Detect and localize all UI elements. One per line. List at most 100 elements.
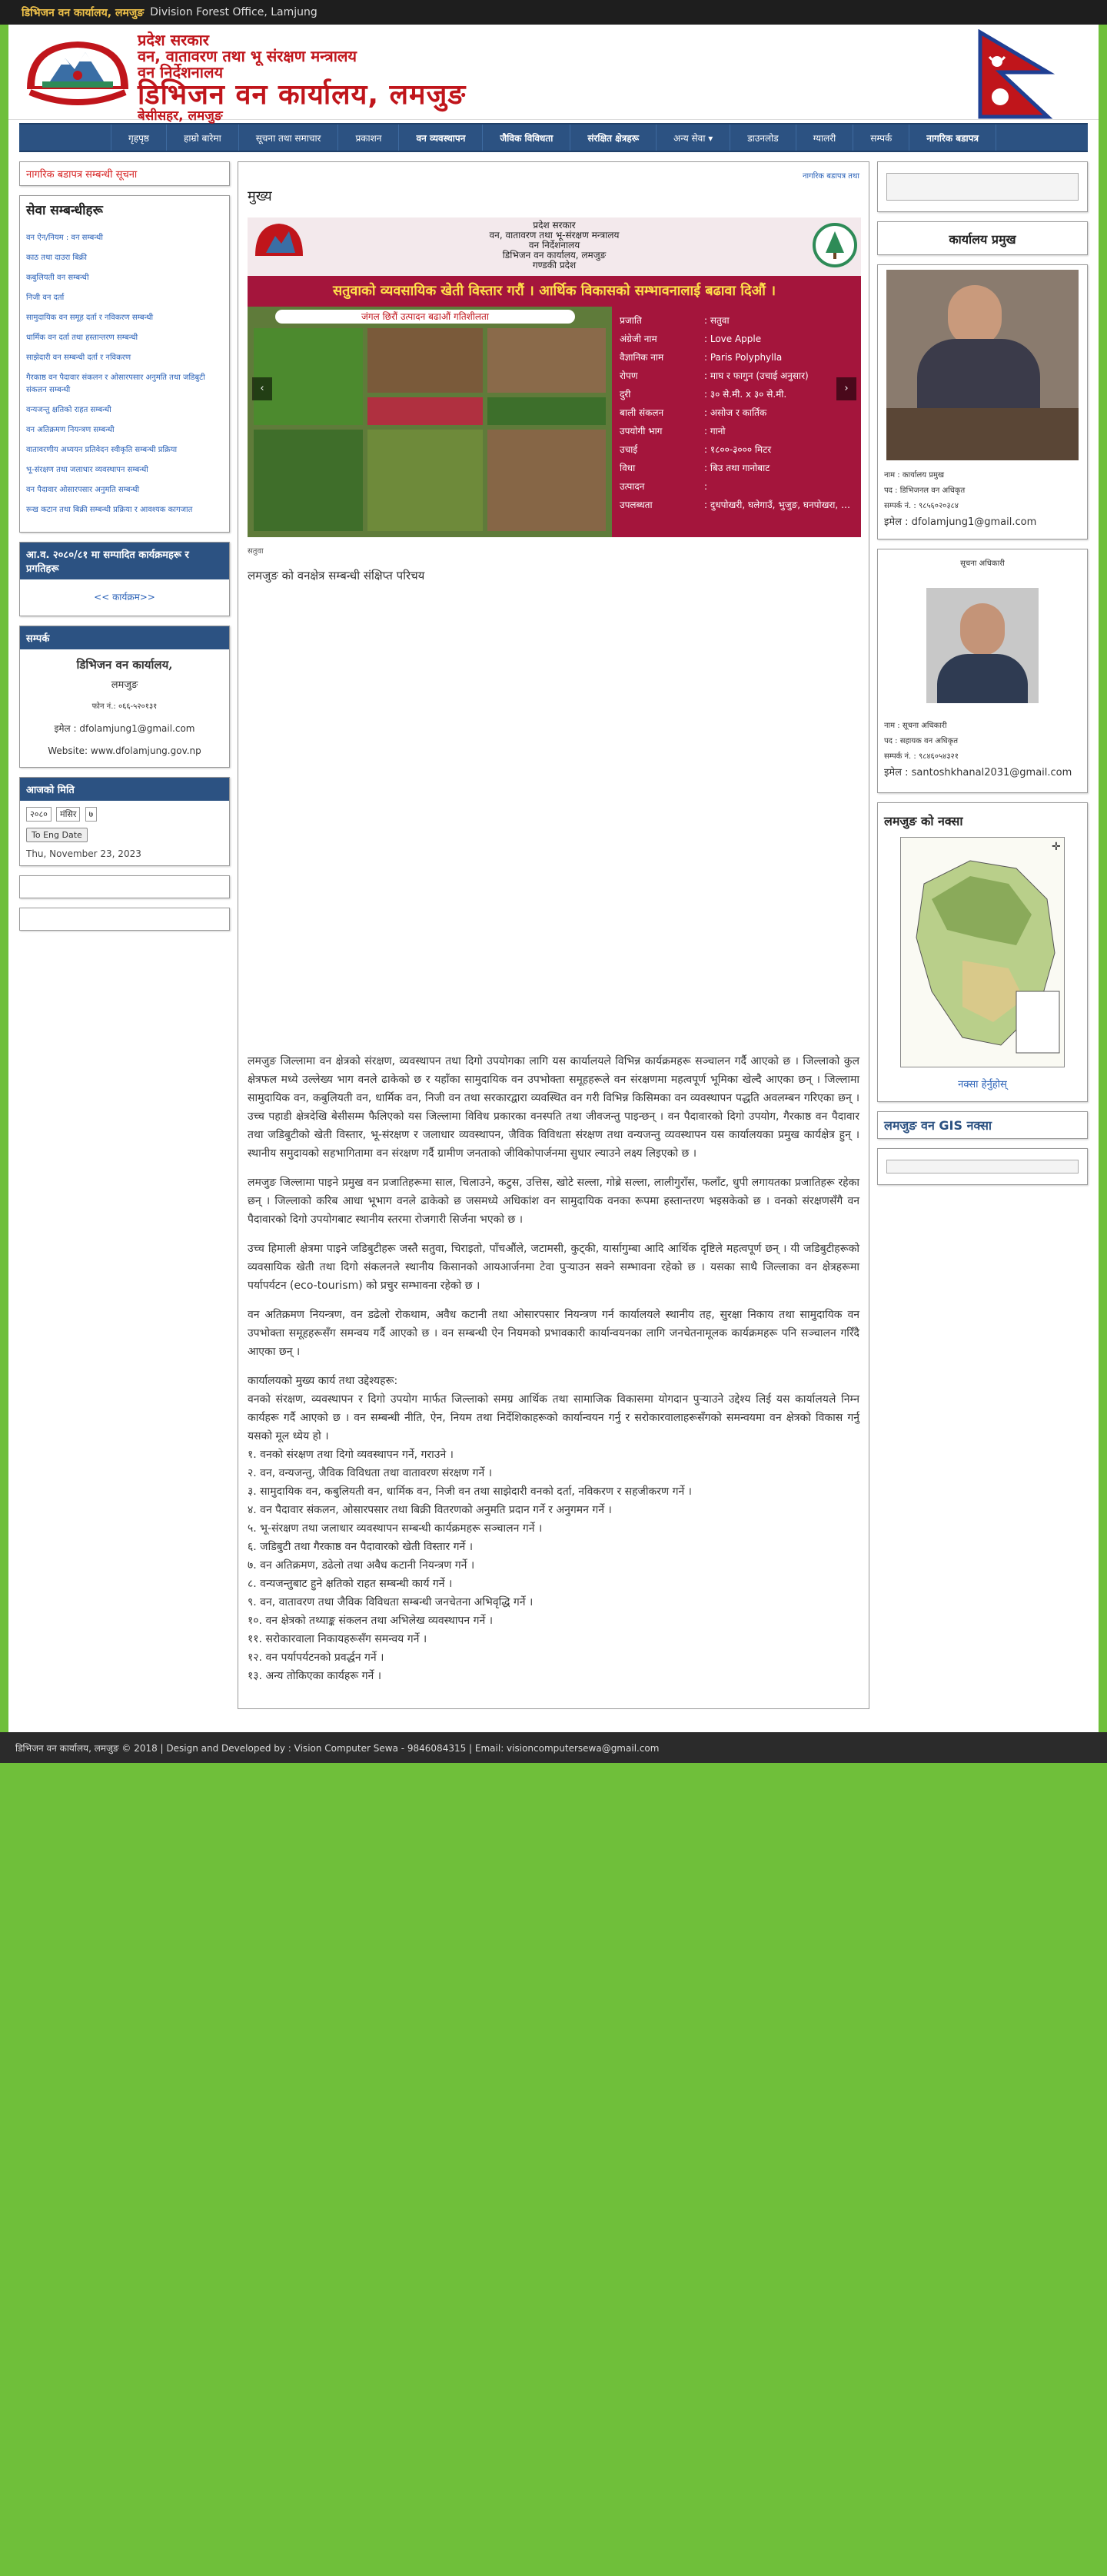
services-list: वन ऐन/नियम : वन सम्बन्धी काठ तथा दाउरा ब… xyxy=(20,221,229,532)
topbar-office-np: डिभिजन वन कार्यालय, लमजुङ xyxy=(22,6,145,19)
office-head-title-box: कार्यालय प्रमुख xyxy=(877,221,1088,255)
info-officer-photo xyxy=(926,588,1039,703)
service-link[interactable]: वन अतिक्रमण नियन्त्रण सम्बन्धी xyxy=(26,424,223,437)
year-select[interactable]: २०८० xyxy=(26,807,52,822)
banner-detail-value: : दुधपोखरी, घलेगाउँ, भुजुङ, घनपोखरा, खुद… xyxy=(704,500,856,510)
programs-link[interactable]: << कार्यक्रम>> xyxy=(20,579,229,616)
nav-protected-areas[interactable]: संरक्षित क्षेत्रहरू xyxy=(570,124,657,151)
banner-top5: गण्डकी प्रदेश xyxy=(532,260,577,271)
contact-website[interactable]: Website: www.dfolamjung.gov.np xyxy=(26,745,223,756)
district-map[interactable]: ✛ xyxy=(900,837,1065,1067)
slider-prev-button[interactable]: ‹ xyxy=(252,377,272,400)
head-face xyxy=(948,285,1002,347)
breadcrumb[interactable]: नागरिक बडापत्र तथा xyxy=(248,170,859,181)
photo-fruit xyxy=(367,397,483,425)
info-phone: सम्पर्क नं. : ९८४६०५४३२१ xyxy=(884,752,959,761)
office-head-title: कार्यालय प्रमुख xyxy=(949,232,1016,247)
head-name: नाम : कार्यालय प्रमुख xyxy=(884,471,945,480)
banner-detail-row: उपलब्धता: दुधपोखरी, घलेगाउँ, भुजुङ, घनपो… xyxy=(620,496,856,514)
site-header: प्रदेश सरकार वन, वातावरण तथा भू संरक्षण … xyxy=(8,25,1099,123)
banner-detail-key: रोपण xyxy=(620,370,638,381)
service-link[interactable]: वन पैदावार ओसारपसार अनुमति सम्बन्धी xyxy=(26,484,223,496)
contact-phone: फोन नं.: ०६६-५२०१३१ xyxy=(91,702,158,711)
nepal-emblem-icon[interactable] xyxy=(19,35,136,115)
service-link[interactable]: वन ऐन/नियम : वन सम्बन्धी xyxy=(26,232,223,244)
nav-other-services[interactable]: अन्य सेवा ▾ xyxy=(657,124,731,151)
service-link[interactable]: काठ तथा दाउरा बिक्री xyxy=(26,252,223,264)
service-link[interactable]: गैरकाष्ठ वन पैदावार संकलन र ओसारपसार अनु… xyxy=(26,372,223,397)
service-link[interactable]: वातावरणीय अध्ययन प्रतिवेदन स्वीकृति सम्ब… xyxy=(26,444,223,456)
to-eng-date-button[interactable]: To Eng Date xyxy=(26,828,88,842)
notice-link[interactable]: नागरिक बडापत्र सम्बन्धी सूचना xyxy=(20,162,229,185)
info-officer-title: सूचना अधिकारी xyxy=(960,559,1005,568)
nepal-flag-icon xyxy=(978,29,1055,119)
banner-detail-key: अंग्रेजी नाम xyxy=(620,334,657,344)
service-link[interactable]: रूख कटान तथा बिक्री सम्बन्धी प्रक्रिया र… xyxy=(26,504,223,516)
nav-about[interactable]: हाम्रो बारेमा xyxy=(167,124,239,151)
topbar-office-en: Division Forest Office, Lamjung xyxy=(150,6,317,18)
info-email[interactable]: इमेल : santoshkhanal2031@gmail.com xyxy=(878,765,1087,782)
objective-item: ९. वन, वातावरण तथा जैविक विविधता सम्बन्ध… xyxy=(248,1596,534,1608)
banner-detail-key: दुरी xyxy=(620,389,631,400)
svg-text:✛: ✛ xyxy=(1052,841,1061,853)
nav-download[interactable]: डाउनलोड xyxy=(730,124,796,151)
photo-field xyxy=(367,430,483,531)
paragraph: लमजुङ जिल्लामा वन क्षेत्रको संरक्षण, व्य… xyxy=(248,1055,859,1160)
nav-forest-management[interactable]: वन व्यवस्थापन xyxy=(399,124,484,151)
main-nav: गृहपृष्ठ हाम्रो बारेमा सूचना तथा समाचार … xyxy=(19,123,1088,152)
programs-box: आ.व. २०८०/८१ मा सम्पादित कार्यक्रमहरू र … xyxy=(19,542,230,616)
objective-item: ५. भू-संरक्षण तथा जलाधार व्यवस्थापन सम्ब… xyxy=(248,1522,543,1535)
service-link[interactable]: वन्यजन्तु क्षतिको राहत सम्बन्धी xyxy=(26,404,223,417)
service-link[interactable]: निजी वन दर्ता xyxy=(26,292,223,304)
month-select[interactable]: मंसिर xyxy=(56,807,81,822)
eng-date: Thu, November 23, 2023 xyxy=(26,848,141,859)
map-link[interactable]: नक्सा हेर्नुहोस् xyxy=(878,1077,1087,1090)
banner-detail-value: : Love Apple xyxy=(704,334,762,344)
day-select[interactable]: ७ xyxy=(85,807,98,822)
service-link[interactable]: धार्मिक वन दर्ता तथा हस्तान्तरण सम्बन्धी xyxy=(26,332,223,344)
banner-header: प्रदेश सरकार वन, वातावरण तथा भू-संरक्षण … xyxy=(248,217,861,276)
banner-detail-row: वैज्ञानिक नाम: Paris Polyphylla xyxy=(620,348,856,367)
banner-detail-row: बाली संकलन: असोज र कार्तिक xyxy=(620,403,856,422)
search-input[interactable] xyxy=(886,173,1079,201)
photo-seeds xyxy=(487,430,606,531)
banner-detail-rows: प्रजाति: सतुवा अंग्रेजी नाम : Love Apple वै… xyxy=(620,311,856,514)
banner-detail-row: उचाई: १८००-३००० मिटर xyxy=(620,440,856,459)
gis-link[interactable]: लमजुङ वन GIS नक्सा xyxy=(884,1117,1081,1134)
slider-next-button[interactable]: › xyxy=(836,377,856,400)
head-post: पद : डिभिजनल वन अधिकृत xyxy=(884,486,966,495)
contact-email[interactable]: इमेल : dfolamjung1@gmail.com xyxy=(26,722,223,735)
banner-detail-key: वैज्ञानिक नाम xyxy=(620,352,664,363)
nav-gallery[interactable]: ग्यालरी xyxy=(796,124,854,151)
extra-input[interactable] xyxy=(886,1160,1079,1173)
page-title: मुख्य xyxy=(248,188,272,204)
objective-item: ३. सामुदायिक वन, कबुलियती वन, धार्मिक वन… xyxy=(248,1486,692,1498)
notice-box: नागरिक बडापत्र सम्बन्धी सूचना xyxy=(19,161,230,186)
service-link[interactable]: भू-संरक्षण तथा जलाधार व्यवस्थापन सम्बन्ध… xyxy=(26,464,223,476)
nav-biodiversity[interactable]: जैविक विविधता xyxy=(483,124,571,151)
service-link[interactable]: कबुलियती वन सम्बन्धी xyxy=(26,272,223,284)
empty-widget-1 xyxy=(19,875,230,898)
banner-detail-row: अंग्रेजी नाम : Love Apple xyxy=(620,330,856,348)
header-text: प्रदेश सरकार वन, वातावरण तथा भू संरक्षण … xyxy=(138,32,466,124)
slide-caption: सतुवा xyxy=(248,547,264,556)
service-link[interactable]: साझेदारी वन सम्बन्धी दर्ता र नविकरण xyxy=(26,352,223,364)
nav-citizen-charter[interactable]: नागरिक बडापत्र xyxy=(909,124,997,151)
banner-detail-row: प्रजाति: सतुवा xyxy=(620,311,856,330)
desk xyxy=(886,408,1079,460)
office-head-box: नाम : कार्यालय प्रमुख पद : डिभिजनल वन अध… xyxy=(877,264,1088,539)
page-wrapper: प्रदेश सरकार वन, वातावरण तथा भू संरक्षण … xyxy=(8,25,1099,1732)
banner-slogan: सतुवाको व्यवसायिक खेती विस्तार गरौं । आर… xyxy=(248,276,861,307)
banner-detail-value: : गानो xyxy=(704,426,726,437)
nav-contact[interactable]: सम्पर्क xyxy=(853,124,910,151)
content-columns: नागरिक बडापत्र सम्बन्धी सूचना सेवा सम्बन… xyxy=(8,152,1099,1732)
service-link[interactable]: सामुदायिक वन समूह दर्ता र नविकरण सम्बन्ध… xyxy=(26,312,223,324)
objective-item: ७. वन अतिक्रमण, डढेलो तथा अवैध कटानी निय… xyxy=(248,1559,475,1572)
head-email[interactable]: इमेल : dfolamjung1@gmail.com xyxy=(878,514,1087,531)
head-body xyxy=(917,339,1040,416)
nav-publications[interactable]: प्रकाशन xyxy=(338,124,400,151)
nav-home[interactable]: गृहपृष्ठ xyxy=(110,124,167,151)
nav-news[interactable]: सूचना तथा समाचार xyxy=(239,124,339,151)
header-line3: वन निर्देशनालय xyxy=(138,63,224,81)
banner-photos: जंगल छिरौं उत्पादन बढाऔं गतिशीलता xyxy=(248,307,612,537)
